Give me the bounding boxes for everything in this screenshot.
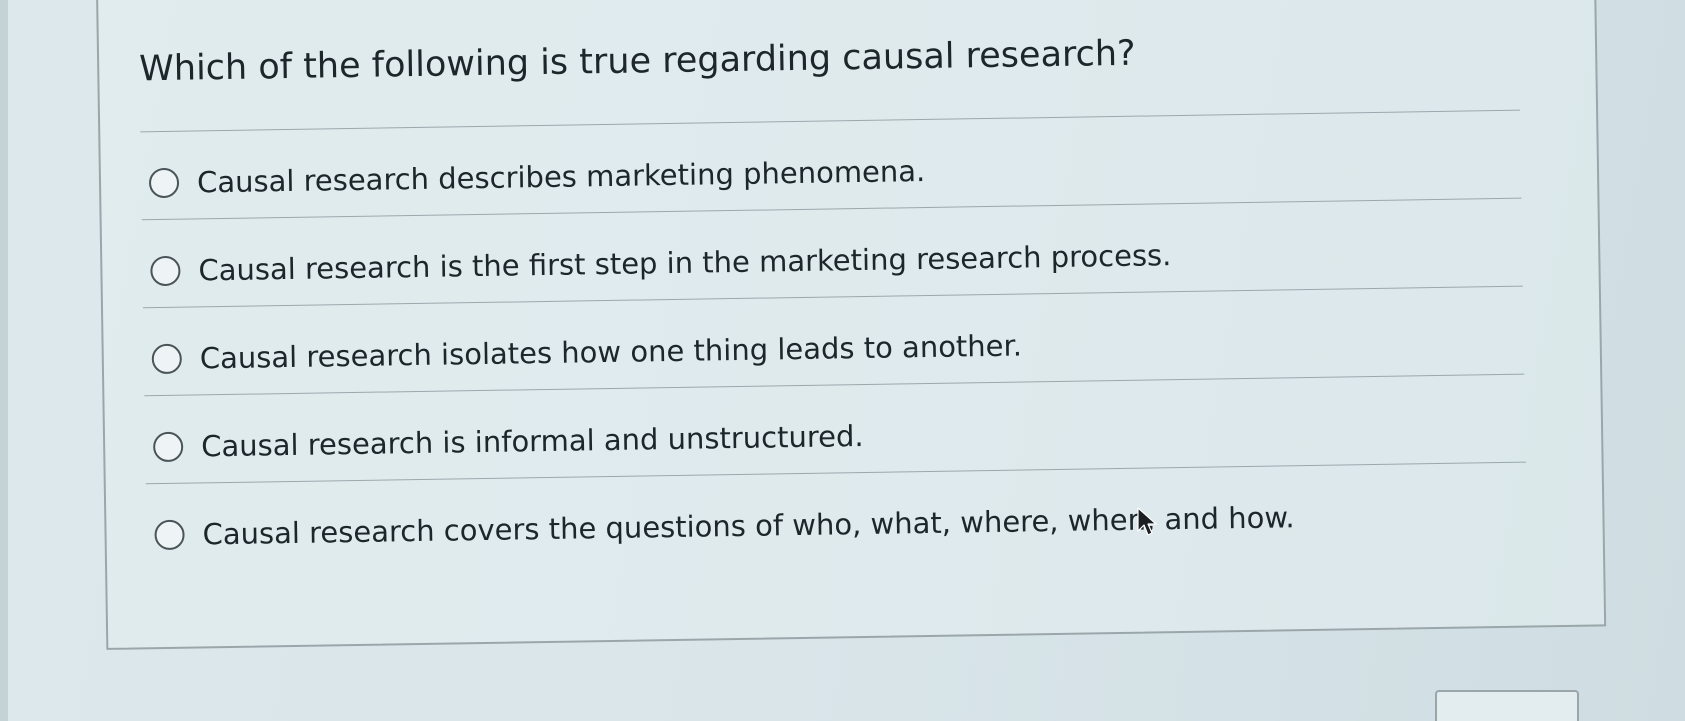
answer-option-label: Causal research isolates how one thing l… <box>199 328 1023 376</box>
answer-option-2[interactable]: Causal research is the first step in the… <box>150 233 1172 293</box>
answer-option-5[interactable]: Causal research covers the questions of … <box>154 495 1295 557</box>
radio-unchecked-icon[interactable] <box>150 255 181 287</box>
radio-unchecked-icon[interactable] <box>154 519 185 551</box>
answer-option-4[interactable]: Causal research is informal and unstruct… <box>152 414 864 469</box>
question-title: Which of the following is true regarding… <box>138 33 1136 90</box>
screen-background: Which of the following is true regarding… <box>0 0 1685 721</box>
answer-option-label: Causal research describes marketing phen… <box>196 153 926 200</box>
answer-option-3[interactable]: Causal research isolates how one thing l… <box>151 324 1022 382</box>
radio-unchecked-icon[interactable] <box>152 431 184 463</box>
answer-option-1[interactable]: Causal research describes marketing phen… <box>148 149 926 205</box>
divider <box>140 109 1521 133</box>
radio-unchecked-icon[interactable] <box>148 167 180 199</box>
answer-option-label: Causal research is the first step in the… <box>198 238 1172 288</box>
answer-option-label: Causal research covers the questions of … <box>202 500 1295 552</box>
answer-option-label: Causal research is informal and unstruct… <box>200 419 864 464</box>
question-card: Which of the following is true regarding… <box>96 0 1607 650</box>
next-button[interactable] <box>1435 690 1579 721</box>
page-edge <box>0 0 8 721</box>
mouse-pointer-icon <box>1137 507 1157 536</box>
radio-unchecked-icon[interactable] <box>151 343 183 375</box>
